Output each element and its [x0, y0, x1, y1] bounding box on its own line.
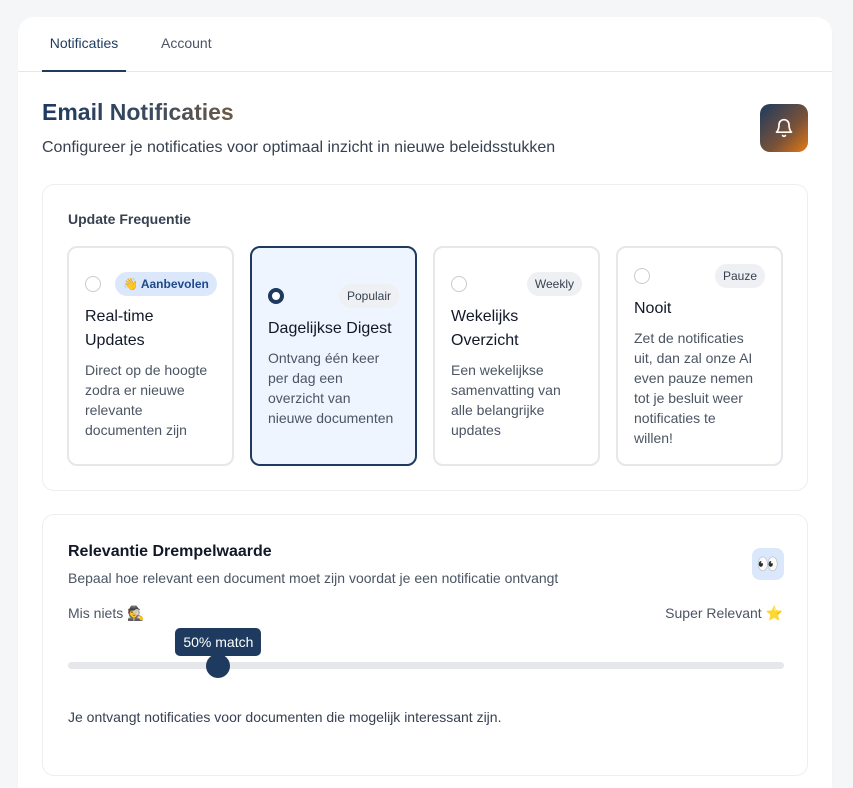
slider-value-tooltip: 50% match — [175, 628, 262, 656]
badge-aanbevolen: 👋 Aanbevolen — [115, 272, 217, 296]
slider-track[interactable] — [68, 662, 784, 669]
badge-pauze: Pauze — [714, 264, 765, 288]
frequency-option-wekelijks[interactable]: Weekly Wekelijks Overzicht Een wekelijks… — [433, 246, 600, 466]
slider-thumb[interactable] — [206, 654, 231, 678]
option-desc-line: Ontvang één keer — [268, 350, 380, 366]
badge-populair: Populair — [338, 284, 399, 308]
option-title-line: Updates — [85, 332, 145, 349]
frequency-option-dagelijks[interactable]: Populair Dagelijkse Digest Ontvang één k… — [250, 246, 417, 466]
tab-bar: Notificaties Account — [18, 17, 832, 72]
option-desc-line: documenten zijn — [85, 422, 187, 438]
frequency-label: Update Frequentie — [68, 211, 191, 227]
option-desc-line: Direct op de hoogte — [85, 362, 208, 378]
option-desc-line: per dag een — [268, 370, 343, 386]
option-desc-line: nieuwe documenten — [268, 410, 394, 426]
option-title: Wekelijks Overzicht — [451, 305, 519, 353]
badge-weekly: Weekly — [526, 272, 582, 296]
radio-realtime[interactable] — [85, 276, 101, 292]
radio-dagelijks[interactable] — [268, 288, 284, 304]
option-description: Ontvang één keer per dag een overzicht v… — [268, 348, 393, 428]
option-desc-line: tot je besluit weer — [634, 390, 743, 406]
bell-icon-button[interactable] — [760, 104, 808, 152]
bell-icon — [775, 118, 793, 138]
option-title: Dagelijkse Digest — [268, 320, 392, 337]
option-title: Real-time Updates — [85, 305, 153, 353]
option-desc-line: Een wekelijkse — [451, 362, 544, 378]
relevance-subtitle: Bepaal hoe relevant een document moet zi… — [68, 570, 559, 586]
frequency-option-nooit[interactable]: Pauze Nooit Zet de notificaties uit, dan… — [616, 246, 783, 466]
option-description: Een wekelijkse samenvatting van alle bel… — [451, 360, 561, 440]
tab-notificaties[interactable]: Notificaties — [42, 35, 126, 72]
page-subtitle: Configureer je notificaties voor optimaa… — [42, 139, 556, 156]
relevance-note: Je ontvangt notificaties voor documenten… — [68, 709, 502, 725]
page-title: Email Notificaties — [42, 99, 234, 125]
tab-account[interactable]: Account — [161, 35, 212, 72]
option-desc-line: updates — [451, 422, 501, 438]
radio-nooit[interactable] — [634, 268, 650, 284]
frequency-option-realtime[interactable]: 👋 Aanbevolen Real-time Updates Direct op… — [67, 246, 234, 466]
option-desc-line: alle belangrijke — [451, 402, 545, 418]
option-title-line: Real-time — [85, 308, 154, 325]
radio-wekelijks[interactable] — [451, 276, 467, 292]
option-desc-line: willen! — [634, 430, 673, 446]
slider-min-label: Mis niets 🕵️ — [68, 605, 145, 621]
relevance-title: Relevantie Drempelwaarde — [68, 543, 272, 560]
option-desc-line: notificaties te — [634, 410, 716, 426]
option-desc-line: relevante — [85, 402, 143, 418]
option-desc-line: samenvatting van — [451, 382, 561, 398]
option-desc-line: overzicht van — [268, 390, 351, 406]
option-title: Nooit — [634, 300, 672, 317]
relevance-card: Relevantie Drempelwaarde Bepaal hoe rele… — [42, 514, 808, 776]
option-description: Zet de notificaties uit, dan zal onze AI… — [634, 328, 753, 448]
slider-max-label: Super Relevant ⭐ — [665, 605, 783, 621]
option-desc-line: zodra er nieuwe — [85, 382, 185, 398]
settings-panel: Notificaties Account Email Notificaties … — [18, 17, 832, 788]
option-desc-line: Zet de notificaties — [634, 330, 744, 346]
option-title-line: Overzicht — [451, 332, 519, 349]
option-desc-line: uit, dan zal onze AI — [634, 350, 753, 366]
option-description: Direct op de hoogte zodra er nieuwe rele… — [85, 360, 207, 440]
slider-fill — [68, 662, 219, 669]
frequency-card: Update Frequentie 👋 Aanbevolen Real-time… — [42, 184, 808, 491]
option-title-line: Wekelijks — [451, 308, 519, 325]
option-desc-line: even pauze nemen — [634, 370, 754, 386]
eyes-icon: 👀 — [752, 548, 784, 580]
